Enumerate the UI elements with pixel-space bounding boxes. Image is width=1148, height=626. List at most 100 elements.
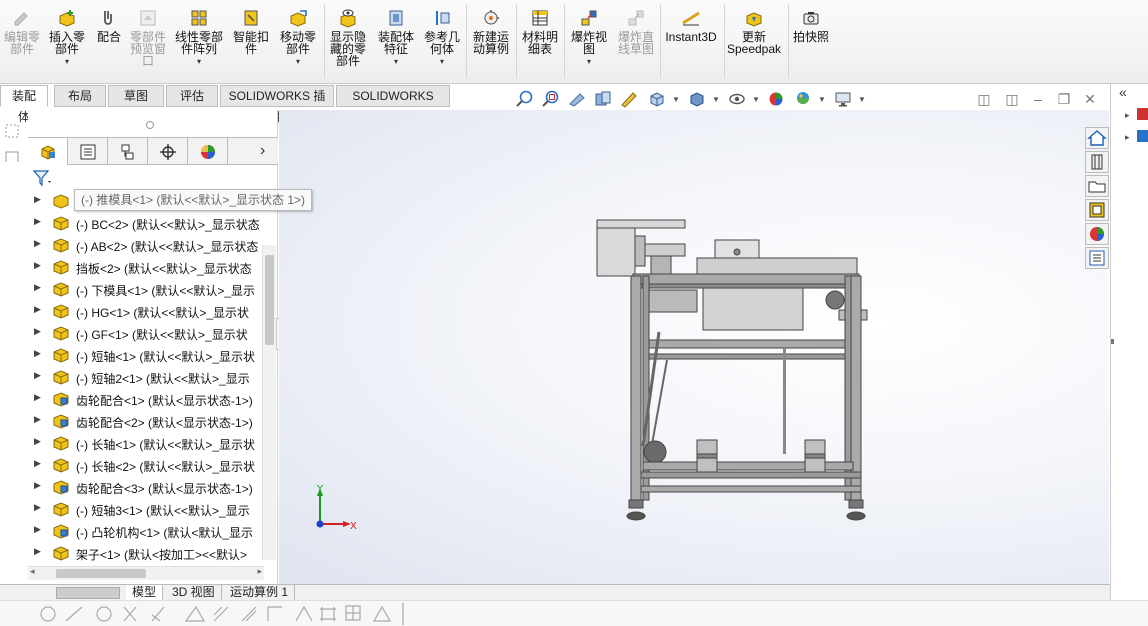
chevron-down-icon[interactable]: ▾ — [374, 57, 418, 67]
expand-arrow-icon[interactable]: ▶ — [34, 480, 41, 491]
smart-fasteners-button[interactable]: 智能扣件 — [230, 8, 272, 55]
scroll-right-icon[interactable]: ▸ — [257, 566, 262, 577]
prev-window-icon[interactable]: ◫ — [975, 90, 993, 108]
tab-configuration-manager[interactable] — [108, 138, 148, 165]
tab-model[interactable]: 模型 — [126, 585, 164, 601]
expand-arrow-icon[interactable]: ▸ — [1125, 110, 1130, 121]
expand-arrow-icon[interactable]: ▶ — [34, 216, 41, 227]
close-icon[interactable]: ✕ — [1081, 90, 1099, 108]
restore-icon[interactable]: ❐ — [1055, 90, 1073, 108]
library-icon[interactable] — [1137, 130, 1148, 142]
expand-arrow-icon[interactable]: ▶ — [34, 282, 41, 293]
tree-item[interactable]: ▶ (-) 短轴<1> (默认<<默认>_显示状 — [28, 344, 276, 366]
scroll-left-icon[interactable]: ◂ — [30, 566, 35, 577]
show-hidden-button[interactable]: 显示隐 藏的零 部件 — [326, 8, 370, 67]
tree-item[interactable]: ▶ 齿轮配合<1> (默认<显示状态-1>) — [28, 388, 276, 410]
tree-item[interactable]: ▶ 架子<1> (默认<按加工><<默认> — [28, 542, 276, 564]
tab-solidworks-resources[interactable] — [1085, 127, 1109, 149]
tab-dimxpert-manager[interactable] — [148, 138, 188, 165]
tree-item[interactable]: ▶ (-) 短轴3<1> (默认<<默认>_显示 — [28, 498, 276, 520]
chevron-down-icon[interactable]: ▼ — [712, 95, 720, 104]
dynamic-annotation-icon[interactable] — [619, 89, 639, 109]
display-style-icon[interactable] — [687, 89, 707, 109]
panel-grip-icon[interactable] — [146, 121, 154, 129]
hide-show-items-icon[interactable] — [727, 89, 747, 109]
expand-arrow-icon[interactable]: ▸ — [1125, 132, 1130, 143]
tab-view-palette[interactable] — [1085, 199, 1109, 221]
reference-geometry-button[interactable]: 参考几 何体 ▾ — [420, 8, 464, 67]
tab-scroll-arrows[interactable] — [56, 587, 120, 599]
tree-item[interactable]: ▶ (-) 下模具<1> (默认<<默认>_显示 — [28, 278, 276, 300]
linear-pattern-button[interactable]: 线性零部 件阵列 ▾ — [170, 8, 228, 67]
filter-icon[interactable] — [32, 169, 52, 187]
new-motion-study-button[interactable]: 新建运 动算例 — [468, 8, 514, 55]
tab-design-library[interactable] — [1085, 151, 1109, 173]
expand-arrow-icon[interactable]: ▶ — [34, 414, 41, 425]
chevron-down-icon[interactable]: ▾ — [170, 57, 228, 67]
zoom-to-area-icon[interactable] — [541, 89, 561, 109]
expand-arrow-icon[interactable]: ▶ — [34, 370, 41, 381]
tab-feature-manager[interactable] — [28, 138, 68, 165]
tab-evaluate[interactable]: 评估 — [166, 85, 218, 107]
expand-arrow-icon[interactable]: ▶ — [34, 392, 41, 403]
chevron-down-icon[interactable]: ▼ — [672, 95, 680, 104]
tab-property-manager[interactable] — [68, 138, 108, 165]
assembly-features-button[interactable]: 装配体 特征 ▾ — [374, 8, 418, 67]
tree-item[interactable]: ▶ 齿轮配合<2> (默认<显示状态-1>) — [28, 410, 276, 432]
chevron-right-icon[interactable]: › — [260, 142, 265, 160]
expand-arrow-icon[interactable]: ▶ — [34, 348, 41, 359]
instant3d-button[interactable]: Instant3D — [662, 8, 720, 43]
tree-vertical-scrollbar[interactable] — [262, 245, 276, 560]
bom-button[interactable]: 材料明 细表 — [518, 8, 562, 55]
toolbox-icon[interactable] — [1137, 108, 1148, 120]
insert-component-button[interactable]: 插入零 部件 ▾ — [46, 8, 88, 67]
tab-solidworks-addins[interactable]: SOLIDWORKS 插件 — [220, 85, 334, 124]
chevron-down-icon[interactable]: ▾ — [46, 57, 88, 67]
expand-arrow-icon[interactable]: ▶ — [34, 304, 41, 315]
expand-arrow-icon[interactable]: ▶ — [34, 238, 41, 249]
snapshot-button[interactable]: 拍快照 — [790, 8, 832, 43]
chevron-down-icon[interactable]: ▾ — [276, 57, 320, 67]
tree-item[interactable]: ▶ 挡板<2> (默认<<默认>_显示状态 — [28, 256, 276, 278]
expand-arrow-icon[interactable]: ▶ — [34, 194, 41, 205]
tab-layout[interactable]: 布局 — [54, 85, 106, 107]
chevron-down-icon[interactable]: ▼ — [818, 95, 826, 104]
component-preview-button[interactable]: 零部件 预览窗口 — [128, 8, 168, 67]
tab-motion-study-1[interactable]: 运动算例 1 — [224, 585, 296, 601]
expand-arrow-icon[interactable]: ▶ — [34, 326, 41, 337]
tab-3d-views[interactable]: 3D 视图 — [166, 585, 222, 601]
assembly-model-view[interactable]: Y X — [279, 110, 1109, 584]
explode-line-sketch-button[interactable]: 爆炸直 线草图 — [614, 8, 658, 55]
mate-button[interactable]: 配合 — [92, 8, 126, 43]
tree-item[interactable]: ▶ 齿轮配合<3> (默认<显示状态-1>) — [28, 476, 276, 498]
expand-arrow-icon[interactable]: ▶ — [34, 260, 41, 271]
tree-item[interactable]: ▶ (-) AB<2> (默认<<默认>_显示状态 — [28, 234, 276, 256]
tree-item[interactable]: ▶ (-) 短轴2<1> (默认<<默认>_显示 — [28, 366, 276, 388]
section-view-icon[interactable] — [593, 89, 613, 109]
next-window-icon[interactable]: ◫ — [1003, 90, 1021, 108]
tab-appearances[interactable] — [1085, 223, 1109, 245]
tree-item[interactable]: ▶ (-) GF<1> (默认<<默认>_显示状 — [28, 322, 276, 344]
update-speedpak-button[interactable]: 更新 Speedpak — [726, 8, 782, 55]
move-component-button[interactable]: 移动零 部件 ▾ — [276, 8, 320, 67]
previous-view-icon[interactable] — [567, 89, 587, 109]
chevron-down-icon[interactable]: ▾ — [566, 57, 612, 67]
expand-arrow-icon[interactable]: ▶ — [34, 524, 41, 535]
chevron-down-icon[interactable]: ▾ — [420, 57, 464, 67]
view-orientation-icon[interactable] — [647, 89, 667, 109]
tab-solidworks-mbd[interactable]: SOLIDWORKS MBD — [336, 85, 450, 124]
apply-scene-icon[interactable] — [793, 89, 813, 109]
scrollbar-thumb[interactable] — [56, 569, 146, 578]
edit-component-button[interactable]: 编辑零 部件 — [2, 8, 42, 55]
chevron-down-icon[interactable]: ▼ — [752, 95, 760, 104]
tab-sketch[interactable]: 草图 — [108, 85, 164, 107]
tree-horizontal-scrollbar[interactable]: ◂ ▸ — [28, 566, 264, 580]
tab-assembly[interactable]: 装配体 — [0, 85, 48, 124]
zoom-to-fit-icon[interactable] — [515, 89, 535, 109]
tree-item[interactable]: ▶ (-) BC<2> (默认<<默认>_显示状态 — [28, 212, 276, 234]
tab-file-explorer[interactable] — [1085, 175, 1109, 197]
minimize-icon[interactable]: – — [1029, 90, 1047, 108]
expand-arrow-icon[interactable]: ▶ — [34, 546, 41, 557]
expand-arrow-icon[interactable]: ▶ — [34, 436, 41, 447]
tree-item[interactable]: ▶ (-) 长轴<1> (默认<<默认>_显示状 — [28, 432, 276, 454]
